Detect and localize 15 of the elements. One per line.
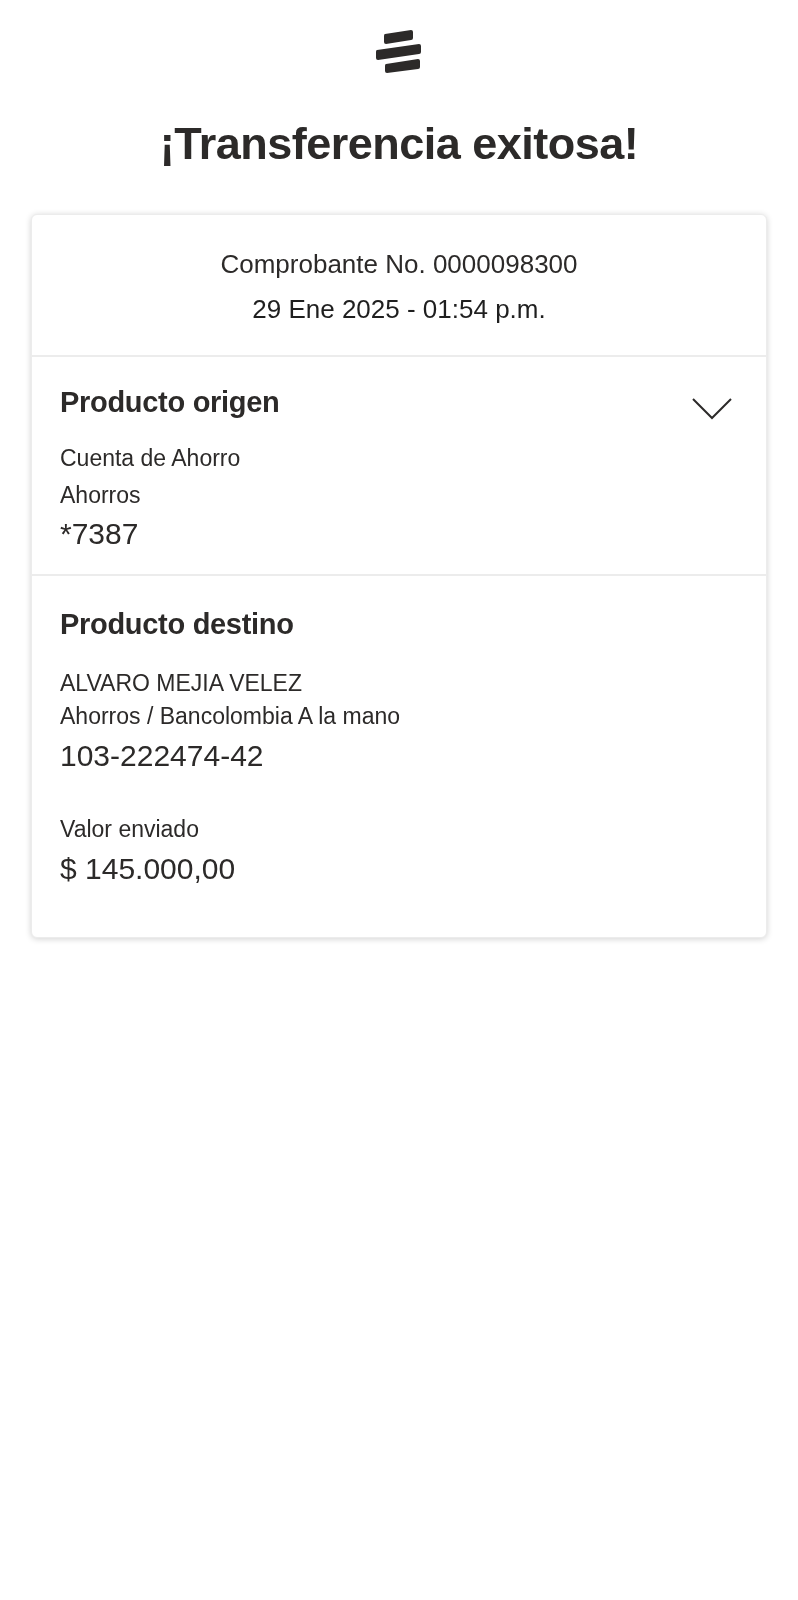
receipt-datetime: 29 Ene 2025 - 01:54 p.m. [252,294,546,324]
page-title: ¡Transferencia exitosa! [159,118,639,170]
amount-label: Valor enviado [60,816,200,843]
account-number: *7387 [60,516,140,551]
detail-text: Ahorros [60,482,142,509]
section-title: Producto destino [60,607,294,641]
chevron-down-icon[interactable] [692,398,732,420]
receipt-number: Comprobante No. 0000098300 [220,249,578,279]
detail-text: Cuenta de Ahorro [60,445,242,472]
detail-text: Ahorros / Bancolombia A la mano [60,703,402,730]
logo [375,28,423,74]
detail-text: ALVARO MEJIA VELEZ [60,670,303,697]
amount-value: $ 145.000,00 [60,851,237,886]
account-number: 103-222474-42 [60,738,265,773]
section-title: Producto origen [60,385,280,419]
